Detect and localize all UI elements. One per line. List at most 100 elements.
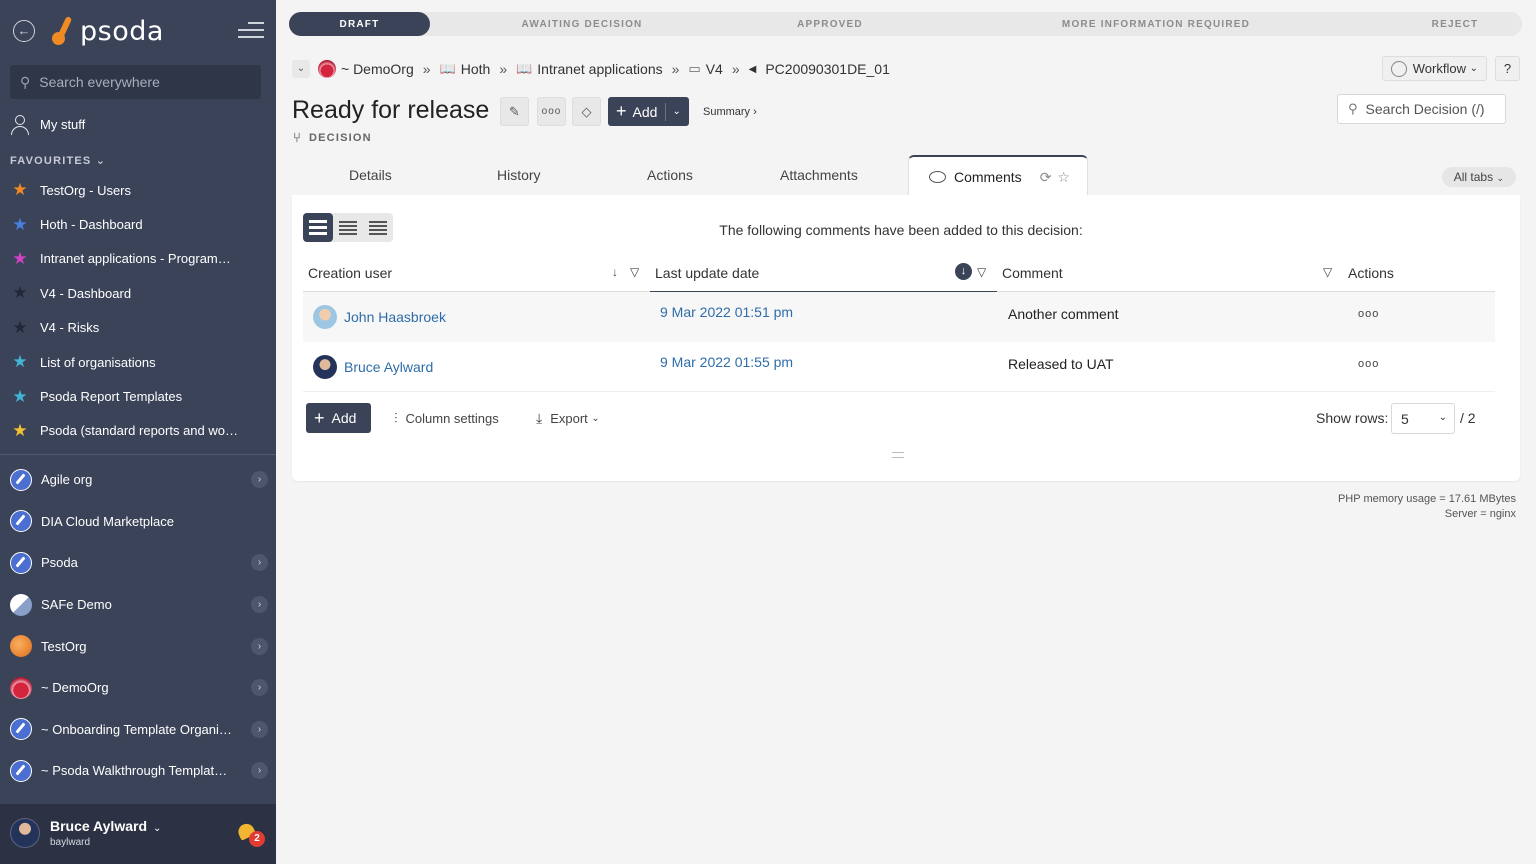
- org-item-demoorg[interactable]: ~ DemoOrg ›: [10, 667, 268, 709]
- avatar[interactable]: [10, 818, 40, 848]
- favourite-item[interactable]: ★ Hoth - Dashboard: [10, 207, 266, 241]
- tab-details[interactable]: Details: [349, 167, 392, 183]
- creation-user-link[interactable]: Bruce Aylward: [313, 355, 433, 379]
- breadcrumb-item-demoorg[interactable]: ~ DemoOrg: [318, 60, 414, 78]
- page-count: / 2: [1460, 410, 1476, 426]
- org-item-testorg[interactable]: TestOrg ›: [10, 625, 268, 667]
- more-options-icon[interactable]: ooo: [537, 97, 566, 126]
- table-footer: + Add ⫶ Column settings ⤓ Export ⌄ Show row…: [306, 403, 1506, 434]
- tag-icon[interactable]: ◇: [572, 97, 601, 126]
- workflow-button[interactable]: Workflow ⌄: [1381, 56, 1487, 81]
- chevron-down-icon: ⌄: [591, 413, 600, 424]
- folder-icon: ▭: [688, 61, 701, 76]
- breadcrumb-item-intranet[interactable]: 📖 Intranet applications: [516, 61, 663, 77]
- update-date-link[interactable]: 9 Mar 2022 01:55 pm: [660, 354, 793, 370]
- global-search-input[interactable]: [39, 74, 240, 90]
- org-item-safe-demo[interactable]: SAFe Demo ›: [10, 584, 268, 626]
- favourite-item[interactable]: ★ Psoda Report Templates: [10, 379, 266, 413]
- tab-history[interactable]: History: [497, 167, 541, 183]
- all-tabs-dropdown[interactable]: All tabs ⌄: [1441, 167, 1516, 187]
- column-comment[interactable]: Comment: [1002, 265, 1063, 281]
- breadcrumb-separator: »: [731, 61, 740, 77]
- compass-icon: [10, 510, 32, 533]
- my-stuff-label: My stuff: [40, 116, 86, 132]
- memory-usage: PHP memory usage = 17.61 MBytes: [1337, 493, 1516, 505]
- org-item-agile-org[interactable]: Agile org ›: [10, 459, 268, 501]
- refresh-icon[interactable]: ⟳: [1040, 169, 1052, 186]
- my-stuff-link[interactable]: My stuff: [10, 114, 86, 135]
- breadcrumb-current: PC20090301DE_01: [765, 61, 890, 77]
- chevron-right-icon[interactable]: ›: [251, 720, 268, 738]
- favourite-item[interactable]: ★ Psoda (standard reports and work...: [10, 414, 266, 448]
- favourite-item[interactable]: ★ Intranet applications - Programme...: [10, 242, 266, 276]
- tab-attachments[interactable]: Attachments: [780, 167, 858, 183]
- book-icon: 📖: [439, 61, 456, 76]
- update-date-link[interactable]: 9 Mar 2022 01:51 pm: [660, 304, 793, 320]
- edit-pencil-icon[interactable]: ✎: [500, 97, 529, 126]
- breadcrumb-item-hoth[interactable]: 📖 Hoth: [440, 61, 491, 77]
- org-item-onboarding[interactable]: ~ Onboarding Template Organisa... ›: [10, 709, 268, 751]
- org-item-walkthrough[interactable]: ~ Psoda Walkthrough Template P... ›: [10, 750, 268, 792]
- rows-per-page-select[interactable]: 5 ⌄: [1391, 403, 1455, 434]
- chevron-right-icon[interactable]: ›: [251, 596, 268, 614]
- star-icon: ★: [12, 180, 28, 200]
- favourite-item[interactable]: ★ TestOrg - Users: [10, 173, 266, 207]
- breadcrumb: ⌄ ~ DemoOrg » 📖 Hoth » 📖 Intranet applicat…: [292, 58, 890, 80]
- add-comment-button[interactable]: + Add: [306, 403, 372, 433]
- notifications-bell-icon[interactable]: 2: [235, 821, 265, 847]
- org-item-dia-cloud[interactable]: DIA Cloud Marketplace: [10, 501, 268, 543]
- workflow-progress: DRAFT AWAITING DECISION APPROVED MORE IN…: [289, 12, 1522, 36]
- row-actions-icon[interactable]: ooo: [1358, 308, 1379, 320]
- compass-icon: [10, 759, 32, 782]
- favourite-item[interactable]: ★ List of organisations: [10, 345, 266, 379]
- star-outline-icon[interactable]: ☆: [1057, 169, 1070, 186]
- search-decision[interactable]: ⚲ Search Decision (/): [1337, 94, 1506, 124]
- resize-handle-icon[interactable]: [892, 452, 904, 458]
- favourite-item[interactable]: ★ V4 - Risks: [10, 311, 266, 345]
- row-actions-icon[interactable]: ooo: [1358, 358, 1379, 370]
- top-right-actions: Workflow ⌄ ?: [1381, 56, 1520, 81]
- workflow-step-reject[interactable]: REJECT: [1388, 12, 1522, 36]
- column-last-update[interactable]: Last update date: [655, 265, 759, 281]
- plus-icon: +: [616, 101, 627, 121]
- summary-link[interactable]: Summary ›: [703, 106, 757, 118]
- export-button[interactable]: ⤓ Export ⌄: [536, 410, 600, 427]
- add-dropdown-button[interactable]: + Add ⌄: [608, 97, 689, 126]
- breadcrumb-back-icon[interactable]: ◀: [749, 64, 757, 75]
- creation-user-link[interactable]: John Haasbroek: [313, 305, 446, 329]
- back-arrow-icon[interactable]: ←: [13, 20, 35, 42]
- tab-actions[interactable]: Actions: [647, 167, 693, 183]
- breadcrumb-dropdown-icon[interactable]: ⌄: [292, 60, 310, 78]
- chevron-right-icon[interactable]: ›: [251, 554, 268, 572]
- org-item-psoda[interactable]: Psoda ›: [10, 542, 268, 584]
- sort-desc-active-icon[interactable]: ↓: [955, 263, 972, 280]
- column-settings-button[interactable]: ⫶ Column settings: [394, 410, 499, 427]
- chevron-down-icon: ⌄: [1438, 412, 1447, 423]
- gear-icon: [1390, 60, 1407, 77]
- filter-icon[interactable]: ▽: [1323, 265, 1332, 279]
- chevron-right-icon[interactable]: ›: [251, 679, 268, 697]
- favourites-header[interactable]: FAVOURITES ⌄: [10, 154, 106, 167]
- help-button[interactable]: ?: [1495, 56, 1520, 81]
- workflow-step-draft[interactable]: DRAFT: [289, 12, 430, 36]
- column-creation-user[interactable]: Creation user: [308, 265, 392, 281]
- comments-panel: The following comments have been added t…: [292, 195, 1520, 481]
- psoda-logo[interactable]: psoda: [50, 14, 164, 48]
- user-menu[interactable]: Bruce Aylward ⌄: [50, 818, 161, 834]
- workflow-step-more-info[interactable]: MORE INFORMATION REQUIRED: [916, 12, 1398, 36]
- chevron-down-icon: ⌄: [672, 106, 681, 117]
- workflow-step-awaiting-decision[interactable]: AWAITING DECISION: [420, 12, 746, 36]
- breadcrumb-item-v4[interactable]: ▭ V4: [688, 61, 722, 77]
- filter-icon[interactable]: ▽: [630, 265, 639, 279]
- search-icon: ⚲: [20, 73, 31, 90]
- chevron-right-icon[interactable]: ›: [251, 637, 268, 655]
- collapse-menu-icon[interactable]: [238, 22, 264, 40]
- sort-arrow-icon[interactable]: ↓: [612, 265, 618, 279]
- filter-icon[interactable]: ▽: [977, 265, 986, 279]
- workflow-step-approved[interactable]: APPROVED: [736, 12, 926, 36]
- favourite-item[interactable]: ★ V4 - Dashboard: [10, 276, 266, 310]
- tab-comments[interactable]: Comments ⟳ ☆: [908, 155, 1088, 197]
- chevron-right-icon[interactable]: ›: [251, 762, 268, 780]
- chevron-right-icon[interactable]: ›: [251, 471, 268, 489]
- server-name: Server = nginx: [1444, 508, 1516, 520]
